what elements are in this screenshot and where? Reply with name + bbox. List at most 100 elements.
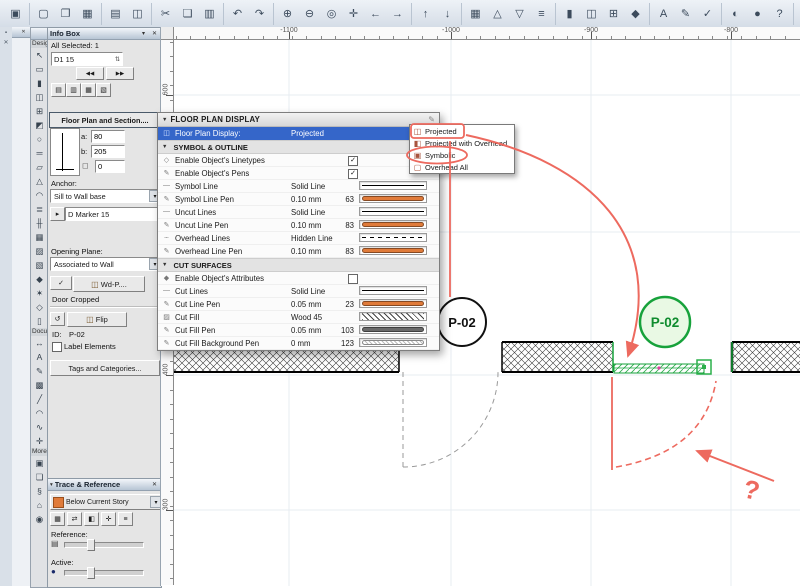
tool-object[interactable]: ◆ (32, 272, 47, 286)
undo-icon[interactable]: ↶ (227, 3, 248, 24)
settings-row[interactable]: ◇ Enable Object's Linetypes ✓ (158, 154, 439, 167)
preview-swatch[interactable] (359, 338, 427, 347)
trace-move-icon[interactable]: ✛ (101, 512, 116, 526)
settings-row[interactable]: ▨ Cut Fill Wood 45 (158, 311, 439, 324)
toolbox-section-more[interactable]: More (31, 448, 48, 456)
checkbox[interactable]: ✓ (348, 156, 358, 166)
tool-wall[interactable]: ▮ (32, 76, 47, 90)
label-elements-checkbox[interactable] (52, 342, 62, 352)
floor-plan-display-header[interactable]: ▼ FLOOR PLAN DISPLAY ✎ (158, 113, 439, 127)
sill-height-input[interactable] (95, 160, 125, 173)
settings-row[interactable]: ✎ Cut Line Pen 0.05 mm 23 (158, 298, 439, 311)
preview-swatch[interactable] (359, 299, 427, 308)
close-icon[interactable]: ✕ (150, 481, 159, 488)
horizontal-ruler[interactable]: -1100 -1000 -900 -800 (173, 27, 800, 40)
door-tool-icon[interactable]: ◫ (581, 3, 602, 24)
redo-icon[interactable]: ↷ (249, 3, 270, 24)
teamwork-icon[interactable]: ◐ (725, 3, 746, 24)
display-option-button-3[interactable]: ▦ (81, 83, 96, 97)
preview-swatch[interactable] (359, 286, 427, 295)
pen-settings-icon[interactable]: ✎ (675, 3, 696, 24)
trace-contrast-icon[interactable]: ◧ (84, 512, 99, 526)
wall-tool-icon[interactable]: ▮ (559, 3, 580, 24)
close-icon[interactable]: ✕ (19, 29, 28, 35)
display-option-button-1[interactable]: ▤ (51, 83, 66, 97)
panel-section-header[interactable]: ▼ CUT SURFACES (158, 258, 439, 272)
tool-railing[interactable]: ╫ (32, 216, 47, 230)
tool-window[interactable]: ⊞ (32, 104, 47, 118)
preview-swatch[interactable] (359, 181, 427, 190)
infobox-titlebar[interactable]: Info Box ▾ ✕ (48, 28, 161, 40)
tool-roof[interactable]: △ (32, 174, 47, 188)
print-preview-icon[interactable]: ◫ (127, 3, 148, 24)
grid-icon[interactable]: ▦ (465, 3, 486, 24)
wall-middle[interactable] (501, 341, 613, 373)
floor-plan-display-row[interactable]: ◫ Floor Plan Display: Projected ▾ (158, 127, 439, 141)
zoom-out-icon[interactable]: ⊖ (299, 3, 320, 24)
settings-row[interactable]: ✎ Symbol Line Pen 0.10 mm 63 (158, 193, 439, 206)
tool-hotspot[interactable]: ✛ (32, 434, 47, 448)
object-tool-icon[interactable]: ◆ (625, 3, 646, 24)
toolbox-section-docu[interactable]: Docu (31, 328, 48, 336)
tool-line[interactable]: ╱ (32, 392, 47, 406)
opening-plane-select[interactable]: Associated to Wall ▾ (50, 257, 161, 271)
snap-icon[interactable]: △ (487, 3, 508, 24)
tags-categories-button[interactable]: Tags and Categories... (50, 360, 160, 376)
pan-icon[interactable]: ✛ (343, 3, 364, 24)
trace-swap-icon[interactable]: ⇄ (67, 512, 82, 526)
trace-options-icon[interactable]: ≡ (118, 512, 133, 526)
collapse-triangle-icon[interactable]: ▾ (50, 482, 53, 488)
tool-spline[interactable]: ∿ (32, 420, 47, 434)
tool-marquee[interactable]: ▭ (32, 62, 47, 76)
tool-drawing[interactable]: ❏ (32, 470, 47, 484)
element-ref-field[interactable]: D1 15 ⇅ (51, 52, 123, 66)
door-marker-2[interactable]: P-02 (638, 295, 692, 349)
layers-icon[interactable]: ≡ (531, 3, 552, 24)
pen-icon[interactable]: ✎ (428, 115, 435, 124)
settings-row[interactable]: — Symbol Line Solid Line (158, 180, 439, 193)
slider-thumb[interactable] (87, 567, 95, 579)
marker-toggle-button[interactable]: ▸ (50, 207, 65, 221)
close-icon[interactable]: ✕ (2, 39, 10, 47)
dim-b-input[interactable] (91, 145, 125, 158)
tool-morph[interactable]: ◇ (32, 300, 47, 314)
previous-view-icon[interactable]: ← (365, 3, 386, 24)
display-option-button-2[interactable]: ▥ (66, 83, 81, 97)
tool-label[interactable]: ✎ (32, 364, 47, 378)
next-element-button[interactable]: ▶▶ (106, 67, 134, 80)
settings-row[interactable]: ✎ Overhead Line Pen 0.10 mm 83 (158, 245, 439, 258)
prev-element-button[interactable]: ◀◀ (76, 67, 104, 80)
tool-stair[interactable]: ≣ (32, 202, 47, 216)
tool-arrow[interactable]: ↖ (32, 48, 47, 62)
dock-handle-icon[interactable]: ▪ (2, 29, 10, 37)
dimension-marker-check-button[interactable]: ✓ (50, 276, 72, 290)
tool-camera[interactable]: ◉ (32, 512, 47, 526)
save-icon[interactable]: ▦ (77, 3, 98, 24)
settings-row[interactable]: ◆ Enable Object's Attributes (158, 272, 439, 285)
settings-row[interactable]: ✎ Cut Fill Pen 0.05 mm 103 (158, 324, 439, 337)
tool-skylight[interactable]: ◩ (32, 118, 47, 132)
tool-fill[interactable]: ▩ (32, 378, 47, 392)
tool-opening[interactable]: ▯ (32, 314, 47, 328)
help-icon[interactable]: ? (769, 3, 790, 24)
edit-hotspot[interactable] (657, 366, 661, 370)
slider-thumb[interactable] (87, 539, 95, 551)
preview-swatch[interactable] (359, 220, 427, 229)
tool-text[interactable]: A (32, 350, 47, 364)
menu-item-projected[interactable]: ◫ Projected (410, 125, 514, 137)
new-document-icon[interactable]: ▢ (33, 3, 54, 24)
menu-item-projected-with-overhead[interactable]: ◧ Projected with Overhead (410, 137, 514, 149)
preview-swatch[interactable] (359, 233, 427, 242)
next-view-icon[interactable]: → (387, 3, 408, 24)
tool-lamp[interactable]: ✶ (32, 286, 47, 300)
flip-button[interactable]: ◫ Flip (67, 312, 127, 327)
trace-story-button[interactable]: Below Current Story ▾ (50, 494, 161, 510)
door-marker-1[interactable]: P-02 (437, 297, 487, 347)
tool-elevation[interactable]: ⌂ (32, 498, 47, 512)
options-check-icon[interactable]: ✓ (697, 3, 718, 24)
settings-row[interactable]: ✎ Cut Fill Background Pen 0 mm 123 (158, 337, 439, 350)
toolbox-titlebar[interactable] (31, 28, 48, 40)
preview-swatch[interactable] (359, 194, 427, 203)
preview-swatch[interactable] (359, 246, 427, 255)
panel-options-icon[interactable]: ▾ (139, 30, 148, 37)
